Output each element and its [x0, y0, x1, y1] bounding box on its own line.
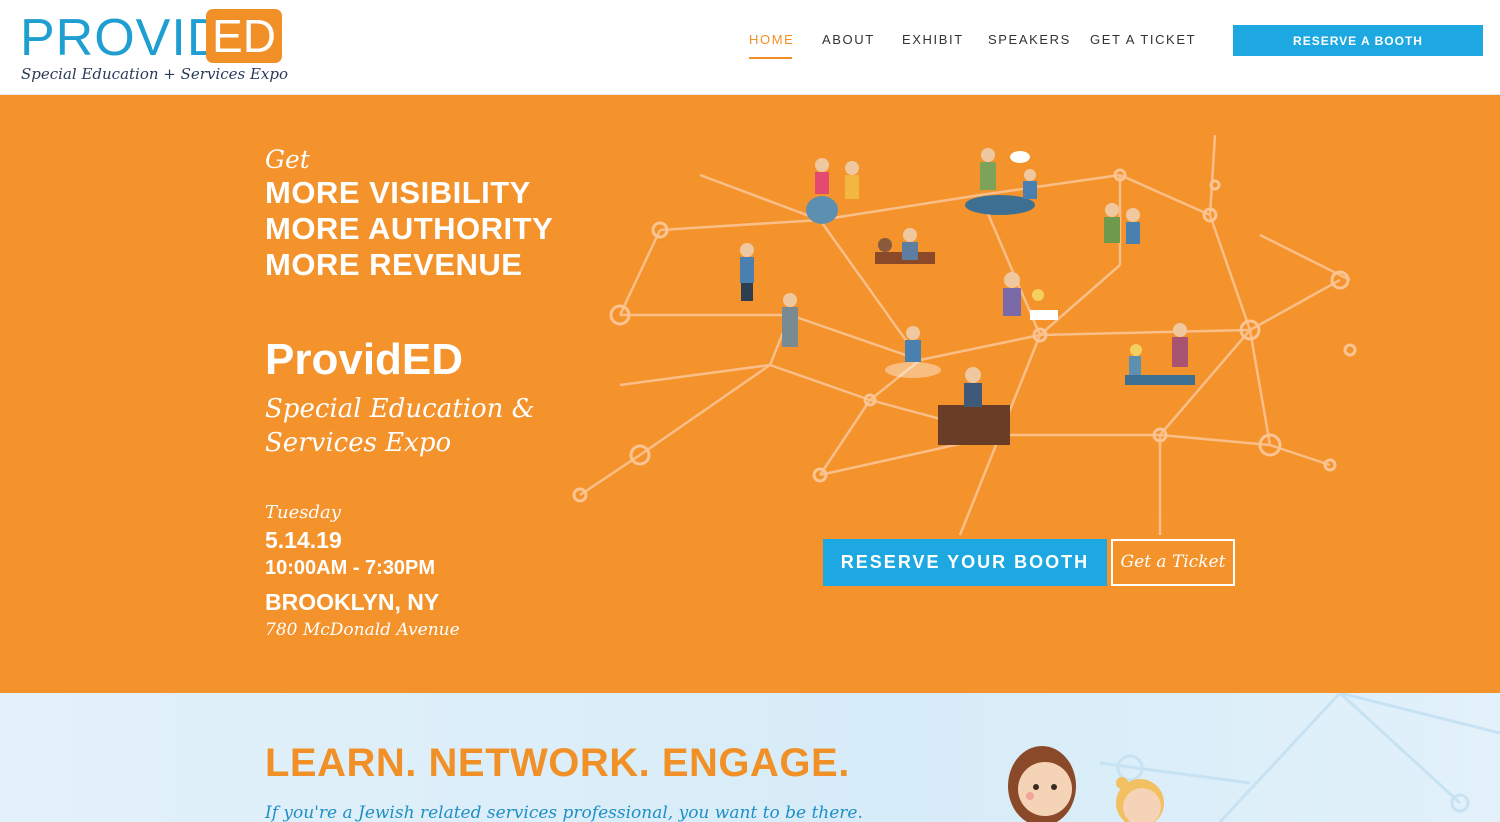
hero-section: Get MORE VISIBILITY MORE AUTHORITY MORE …: [0, 95, 1500, 693]
hero-headline-authority: MORE AUTHORITY: [265, 211, 554, 246]
logo-wordmark: PROVID: [20, 9, 226, 67]
event-address: 780 McDonald Avenue: [265, 620, 460, 640]
hero-subtitle: Special Education & Services Expo: [265, 394, 535, 458]
hero-headline-visibility: MORE VISIBILITY: [265, 175, 531, 210]
nav-exhibit[interactable]: EXHIBIT: [902, 32, 964, 47]
children-illustration: [1008, 746, 1164, 822]
people-illustrations: [740, 148, 1195, 445]
event-day: Tuesday: [265, 502, 341, 523]
event-date: 5.14.19: [265, 527, 342, 553]
nav-home[interactable]: HOME: [749, 32, 794, 59]
section-title: LEARN. NETWORK. ENGAGE.: [265, 741, 850, 785]
logo[interactable]: PROVID ED Special Education + Services E…: [20, 8, 290, 88]
nav-get-a-ticket[interactable]: GET A TICKET: [1090, 32, 1196, 47]
reserve-your-booth-button[interactable]: RESERVE YOUR BOOTH: [823, 539, 1107, 586]
hero-brand-title: ProvidED: [265, 335, 464, 384]
hero-get-label: Get: [265, 145, 310, 174]
nav-about[interactable]: ABOUT: [822, 32, 875, 47]
get-a-ticket-button[interactable]: Get a Ticket: [1111, 539, 1235, 586]
site-header: PROVID ED Special Education + Services E…: [0, 0, 1500, 95]
network-graph-illustration: [572, 135, 1357, 536]
event-city: BROOKLYN, NY: [265, 589, 440, 615]
learn-network-section: LEARN. NETWORK. ENGAGE. If you're a Jewi…: [0, 693, 1500, 822]
hero-headline-revenue: MORE REVENUE: [265, 247, 523, 282]
event-time: 10:00AM - 7:30PM: [265, 557, 436, 579]
logo-tagline: Special Education + Services Expo: [21, 65, 289, 83]
logo-badge: ED: [206, 9, 282, 63]
reserve-booth-header-button[interactable]: RESERVE A BOOTH: [1233, 25, 1483, 56]
section-intro: If you're a Jewish related services prof…: [265, 803, 863, 822]
nav-speakers[interactable]: SPEAKERS: [988, 32, 1071, 47]
